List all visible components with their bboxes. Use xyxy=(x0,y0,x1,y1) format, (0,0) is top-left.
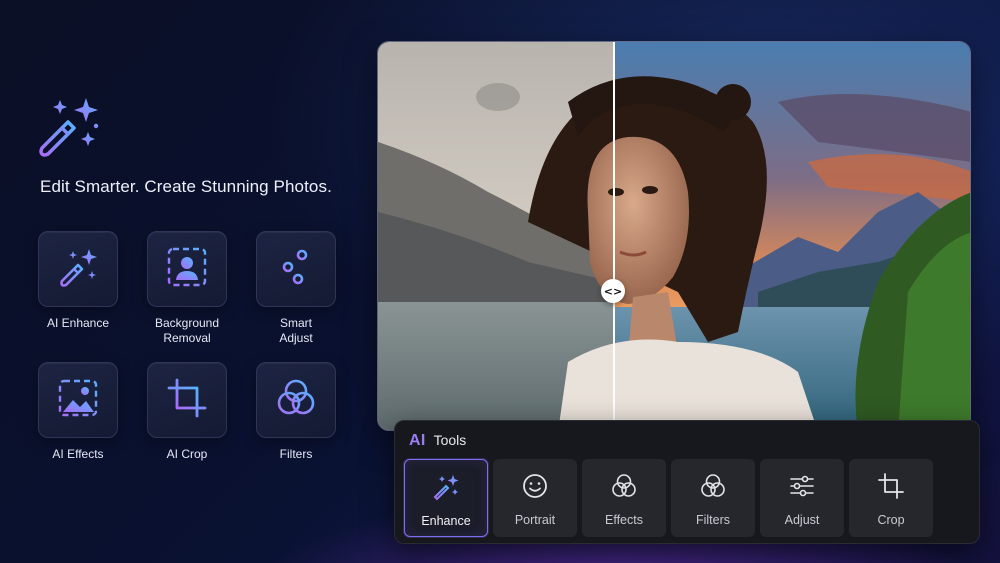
panel-tool-label: Filters xyxy=(695,513,731,527)
compare-handle-icon: <> xyxy=(603,284,623,298)
panel-title: Tools xyxy=(433,432,467,448)
panel-tools: Enhance Portrait Effects Filters Adjust … xyxy=(404,459,933,537)
smiley-face-icon xyxy=(520,471,550,506)
tool-ai-effects[interactable]: AI Effects xyxy=(38,362,118,462)
panel-tool-label: Enhance xyxy=(421,514,471,528)
crop-icon xyxy=(876,471,906,506)
compare-slider-handle[interactable]: <> xyxy=(601,279,625,303)
magic-wand-sparkle-icon xyxy=(34,92,104,162)
filters-icon xyxy=(698,471,728,506)
tool-label-line-1: Background xyxy=(154,316,220,330)
tool-filters-tile[interactable] xyxy=(256,362,336,438)
tool-label: AI Effects xyxy=(52,447,104,461)
tool-label-line-2: Adjust xyxy=(279,331,313,345)
filters-icon xyxy=(274,376,318,425)
panel-header: AI Tools xyxy=(409,432,466,450)
panel-tool-portrait[interactable]: Portrait xyxy=(493,459,577,537)
panel-tool-label: Crop xyxy=(877,513,905,527)
panel-tool-adjust[interactable]: Adjust xyxy=(760,459,844,537)
panel-tool-crop[interactable]: Crop xyxy=(849,459,933,537)
tool-label-line-1: Smart xyxy=(279,316,312,330)
tool-label: AI Crop xyxy=(166,447,208,461)
panel-tool-enhance[interactable]: Enhance xyxy=(404,459,488,537)
tool-smart-adjust[interactable]: Smart Adjust xyxy=(256,231,336,346)
panel-tool-effects[interactable]: Effects xyxy=(582,459,666,537)
panel-tool-label: Effects xyxy=(605,513,643,527)
magic-wand-icon xyxy=(56,245,100,294)
panel-tool-filters[interactable]: Filters xyxy=(671,459,755,537)
tool-grid: AI Enhance Background Removal Smart Adju… xyxy=(38,231,338,471)
tagline: Edit Smarter. Create Stunning Photos. xyxy=(40,177,332,196)
tool-label: AI Enhance xyxy=(46,316,110,330)
tool-ai-effects-tile[interactable] xyxy=(38,362,118,438)
panel-tool-label: Portrait xyxy=(514,513,556,527)
tool-filters[interactable]: Filters xyxy=(256,362,336,462)
before-after-photo[interactable] xyxy=(377,41,971,431)
ai-badge: AI xyxy=(409,432,426,449)
tool-smart-adjust-tile[interactable] xyxy=(256,231,336,307)
image-icon xyxy=(56,376,100,425)
panel-tool-label: Adjust xyxy=(784,513,820,527)
crop-icon xyxy=(165,376,209,425)
tool-ai-crop[interactable]: AI Crop xyxy=(147,362,227,462)
tool-ai-crop-tile[interactable] xyxy=(147,362,227,438)
ai-tools-panel: AI Tools Enhance Portrait Effects Filter… xyxy=(394,420,980,544)
tool-label-line-2: Removal xyxy=(163,331,211,345)
person-frame-icon xyxy=(165,245,209,294)
tool-ai-enhance[interactable]: AI Enhance xyxy=(38,231,118,331)
tool-background-removal-tile[interactable] xyxy=(147,231,227,307)
tool-label: Filters xyxy=(279,447,313,461)
sliders-icon xyxy=(274,245,318,294)
tool-background-removal[interactable]: Background Removal xyxy=(147,231,227,346)
magic-wand-icon xyxy=(431,472,461,507)
tool-ai-enhance-tile[interactable] xyxy=(38,231,118,307)
sliders-icon xyxy=(787,471,817,506)
effects-circles-icon xyxy=(609,471,639,506)
